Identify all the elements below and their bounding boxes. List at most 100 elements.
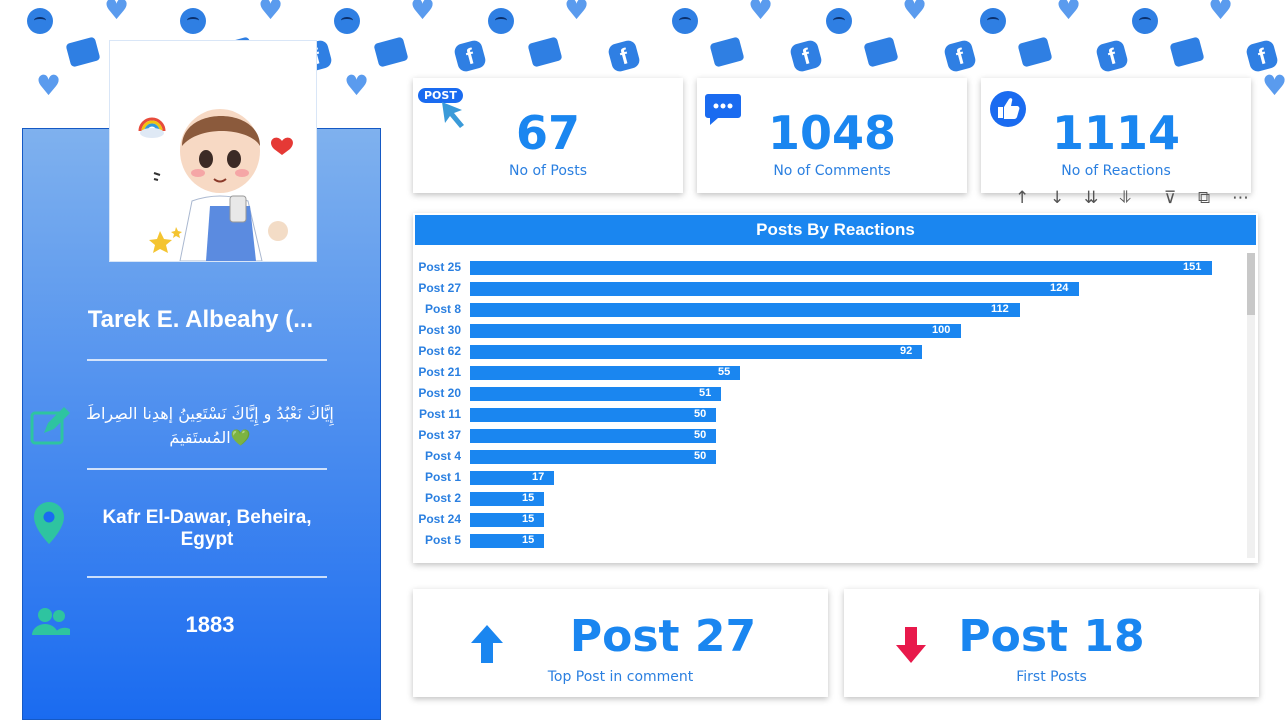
bar[interactable] xyxy=(470,450,716,464)
chart-scrollbar-thumb[interactable] xyxy=(1247,253,1255,315)
bar-category-label: Post 1 xyxy=(424,470,461,484)
divider xyxy=(87,576,327,578)
bar-category-label: Post 11 xyxy=(418,407,461,421)
sort-down-icon[interactable]: ↓ xyxy=(1050,188,1064,208)
photo-icon xyxy=(527,36,563,68)
bar[interactable] xyxy=(470,303,1020,317)
focus-mode-icon[interactable]: ⧉ xyxy=(1198,188,1210,208)
bar[interactable] xyxy=(470,282,1079,296)
followers-count: 1883 xyxy=(185,612,235,637)
kpi-posts-value: 67 xyxy=(515,106,580,160)
bar-value-label: 50 xyxy=(694,408,707,420)
bar-value-label: 15 xyxy=(522,513,535,525)
bar[interactable] xyxy=(470,429,716,443)
profile-bio: إِيَّاكَ نَعْبُدُ و إِيَّاكَ نَسْتَعِينُ… xyxy=(80,402,340,450)
bar-value-label: 50 xyxy=(694,429,707,441)
facebook-icon: f xyxy=(452,38,488,74)
bar[interactable] xyxy=(470,408,716,422)
bar[interactable] xyxy=(470,345,922,359)
laughing-emoji-icon xyxy=(180,8,206,34)
bar-category-label: Post 27 xyxy=(418,281,461,295)
bio-text: إِيَّاكَ نَعْبُدُ و إِيَّاكَ نَسْتَعِينُ… xyxy=(86,404,334,447)
profile-avatar xyxy=(109,40,317,262)
facebook-icon: f xyxy=(942,38,978,74)
kpi-posts-label: No of Posts xyxy=(508,163,588,179)
bar[interactable] xyxy=(470,366,740,380)
laughing-emoji-icon xyxy=(980,8,1006,34)
heart-icon: ♥ xyxy=(258,0,284,26)
photo-icon xyxy=(709,36,745,68)
kpi-comments-value: 1048 xyxy=(767,106,897,160)
bar-category-label: Post 30 xyxy=(418,323,461,337)
laughing-emoji-icon xyxy=(1132,8,1158,34)
bar-value-label: 51 xyxy=(699,387,712,399)
laughing-emoji-icon xyxy=(488,8,514,34)
bar-category-label: Post 25 xyxy=(418,260,461,274)
heart-icon: ♥ xyxy=(36,69,62,102)
bar-value-label: 55 xyxy=(718,366,731,378)
heart-icon: ♥ xyxy=(1056,0,1082,26)
heart-icon: ♥ xyxy=(1262,69,1285,102)
divider xyxy=(87,468,327,470)
chart-title: Posts By Reactions xyxy=(415,215,1256,245)
bar-category-label: Post 2 xyxy=(424,491,461,505)
heart-icon: ♥ xyxy=(1208,0,1234,26)
kpi-comments-label: No of Comments xyxy=(773,163,891,179)
post-cursor-icon: POST xyxy=(418,88,464,128)
bar[interactable] xyxy=(470,387,721,401)
posts-by-reactions-chart: Posts By Reactions Post 25 151 Post 27 124 P… xyxy=(413,213,1258,563)
top-post-value: Post 27 xyxy=(569,611,757,662)
photo-icon xyxy=(1169,36,1205,68)
expand-down-icon[interactable]: ⇊ xyxy=(1084,188,1098,208)
sort-up-icon[interactable]: ↑ xyxy=(1015,188,1029,208)
location-pin-icon xyxy=(33,502,65,548)
bar-category-label: Post 20 xyxy=(418,386,461,400)
divider xyxy=(87,359,327,361)
bar-category-label: Post 37 xyxy=(418,428,461,442)
photo-icon xyxy=(65,36,101,68)
bar-category-label: Post 8 xyxy=(424,302,461,316)
laughing-emoji-icon xyxy=(672,8,698,34)
bar-category-label: Post 24 xyxy=(418,512,461,526)
bar-value-label: 15 xyxy=(522,492,535,504)
photo-icon xyxy=(1017,36,1053,68)
bar-category-label: Post 62 xyxy=(418,344,461,358)
bar-category-label: Post 4 xyxy=(424,449,461,463)
kpi-card-comments: 1048 No of Comments xyxy=(697,78,967,193)
bar-value-label: 15 xyxy=(522,534,535,546)
kpi-card-reactions: 1114 No of Reactions xyxy=(981,78,1251,193)
drill-icon[interactable]: ⥥ xyxy=(1119,188,1131,208)
profile-location: Kafr El-Dawar, Beheira, Egypt xyxy=(102,507,312,550)
followers-icon xyxy=(32,607,70,639)
top-post-label: Top Post in comment xyxy=(547,669,694,685)
top-post-card: Post 27 Top Post in comment xyxy=(413,589,828,697)
heart-icon: ♥ xyxy=(748,0,774,26)
first-post-label: First Posts xyxy=(1016,669,1087,685)
facebook-icon: f xyxy=(1094,38,1130,74)
filter-icon[interactable]: ⊽ xyxy=(1164,188,1176,208)
bar[interactable] xyxy=(470,261,1212,275)
green-heart-icon: 💚 xyxy=(230,428,251,447)
bar-category-label: Post 5 xyxy=(424,533,461,547)
bar-value-label: 112 xyxy=(991,303,1009,315)
first-post-value: Post 18 xyxy=(958,611,1145,662)
more-options-icon[interactable]: ⋯ xyxy=(1232,188,1249,208)
bar[interactable] xyxy=(470,324,961,338)
bar-value-label: 50 xyxy=(694,450,707,462)
heart-icon: ♥ xyxy=(104,0,130,26)
facebook-icon: f xyxy=(1244,38,1280,74)
bar-category-label: Post 21 xyxy=(418,365,461,379)
bar-value-label: 124 xyxy=(1050,282,1069,294)
facebook-icon: f xyxy=(606,38,642,74)
laughing-emoji-icon xyxy=(27,8,53,34)
kpi-reactions-value: 1114 xyxy=(1051,106,1181,160)
heart-icon: ♥ xyxy=(344,69,370,102)
photo-icon xyxy=(863,36,899,68)
bar-value-label: 92 xyxy=(900,345,913,357)
facebook-icon: f xyxy=(788,38,824,74)
kpi-reactions-label: No of Reactions xyxy=(1061,163,1171,179)
bar-value-label: 151 xyxy=(1183,261,1202,273)
heart-icon: ♥ xyxy=(410,0,436,26)
bar-value-label: 100 xyxy=(932,324,951,336)
kpi-card-posts: POST 67 No of Posts xyxy=(413,78,683,193)
